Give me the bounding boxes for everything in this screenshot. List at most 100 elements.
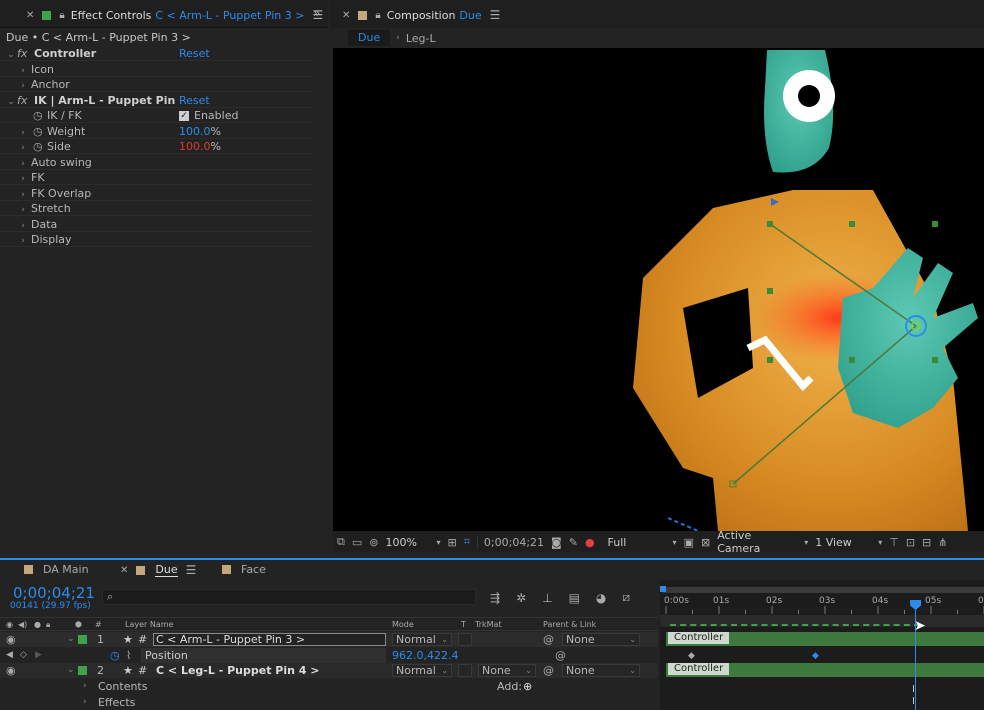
group-fk-overlap[interactable]: › FK Overlap [0, 186, 312, 201]
close-tab-icon[interactable]: ✕ [342, 10, 350, 21]
always-preview-icon[interactable]: ⧉ [337, 535, 345, 549]
rig-handle[interactable] [932, 357, 938, 363]
reset-button[interactable]: Reset [179, 93, 210, 108]
layer-search-input[interactable]: ⌕ [102, 589, 476, 605]
chevron-right-icon[interactable]: › [18, 203, 28, 218]
panel-menu-icon[interactable]: ☰ [490, 8, 501, 22]
pickwhip-icon[interactable]: @ [543, 663, 554, 678]
t-header[interactable]: T [461, 618, 466, 631]
composition-mini-flowchart-icon[interactable]: ⇶ [490, 591, 500, 605]
tab-da-main[interactable]: DA Main [43, 563, 89, 576]
rig-handle[interactable] [767, 221, 773, 227]
hide-shy-layers-icon[interactable]: ⊥ [542, 591, 552, 605]
composition-viewer[interactable] [333, 48, 984, 531]
composition-name[interactable]: Due [459, 9, 481, 22]
rig-handle[interactable] [849, 357, 855, 363]
comp-flowchart-icon[interactable]: ⋔ [938, 536, 947, 549]
property-icon[interactable]: › Icon [0, 62, 312, 77]
transparency-grid-icon[interactable]: ▣ [684, 536, 694, 549]
chevron-down-icon[interactable]: ⌄ [6, 48, 16, 63]
group-stretch[interactable]: › Stretch [0, 201, 312, 216]
pickwhip-icon[interactable]: @ [543, 632, 554, 647]
next-keyframe-icon[interactable]: ▶ [35, 648, 42, 663]
chevron-right-icon[interactable]: › [18, 172, 28, 187]
rig-handle[interactable] [767, 288, 773, 294]
layer-row-1[interactable]: ◉ ⌄ 1 ★ # C < Arm-L - Puppet Pin 3 > Nor… [0, 632, 658, 647]
stopwatch-icon[interactable]: ◷ [110, 648, 120, 663]
stopwatch-icon[interactable]: ◷ [33, 108, 43, 123]
lock-icon[interactable]: 🔒︎ [375, 10, 380, 21]
video-toggle-icon[interactable]: ◉ [6, 618, 13, 631]
current-time[interactable]: 0;00;04;21 [476, 535, 544, 549]
channel-icon[interactable]: ● [585, 536, 595, 549]
safe-margins-icon[interactable]: ⊞ [448, 536, 457, 549]
chevron-right-icon[interactable]: › [18, 141, 28, 156]
weight-value[interactable]: 100.0 [179, 125, 211, 138]
keyframe-diamond[interactable]: ◆ [688, 651, 695, 661]
chevron-right-icon[interactable]: › [83, 695, 87, 710]
motion-blur-icon[interactable]: ◕ [596, 591, 606, 605]
property-anchor[interactable]: › Anchor [0, 77, 312, 92]
expand-panels-icon[interactable]: » [313, 6, 320, 20]
parent-dropdown[interactable]: None ⌄ [562, 633, 640, 646]
keyframe-diamond[interactable]: ◆ [812, 651, 819, 661]
stopwatch-icon[interactable]: ◷ [33, 139, 43, 154]
fast-previews-icon[interactable]: ⊠ [701, 536, 710, 549]
add-keyframe-icon[interactable]: ◇ [20, 648, 27, 663]
timeline-timecode[interactable]: 0;00;04;21 [13, 584, 95, 602]
add-icon[interactable]: ⊕ [523, 679, 532, 694]
layer-label-color[interactable] [78, 666, 87, 675]
audio-toggle-icon[interactable]: ◀) [18, 618, 27, 631]
preserve-transparency-toggle[interactable] [458, 633, 472, 646]
rig-handle[interactable] [849, 221, 855, 227]
monitor-icon[interactable]: ▭ [352, 536, 362, 549]
comp-nav-leg-l[interactable]: Leg-L [406, 32, 436, 45]
layer-bar-1[interactable]: Controller [666, 632, 984, 646]
label-icon[interactable]: ⬢ [75, 618, 82, 631]
layer-name-header[interactable]: Layer Name [125, 618, 173, 631]
chevron-down-icon[interactable]: ⌄ [67, 663, 75, 678]
effect-ik[interactable]: ⌄ fx IK | Arm-L - Puppet Pin Reset [0, 93, 312, 108]
region-of-interest-icon[interactable]: ⌗ [464, 535, 470, 549]
layer-name[interactable]: C < Leg-L - Puppet Pin 4 > [156, 663, 319, 678]
chevron-right-icon[interactable]: › [18, 234, 28, 249]
camera-dropdown[interactable]: Active Camera [717, 529, 797, 555]
composition-title[interactable]: Composition [387, 9, 456, 22]
views-dropdown[interactable]: 1 View [815, 536, 871, 549]
rig-handle[interactable] [932, 221, 938, 227]
solo-icon[interactable]: ● [34, 618, 41, 631]
flowchart-icon[interactable]: ⊟ [922, 536, 931, 549]
group-auto-swing[interactable]: › Auto swing [0, 155, 312, 170]
contents-row[interactable]: › Contents Add: ⊕ [0, 679, 658, 694]
resolution-dropdown[interactable]: Full [608, 536, 666, 549]
reset-exposure-icon[interactable]: ⊤ [889, 536, 899, 549]
frame-blending-icon[interactable]: ▤ [569, 591, 580, 605]
snapshot-icon[interactable]: ◙ [551, 536, 562, 549]
toggle-pixel-icon[interactable]: ⊡ [906, 536, 915, 549]
effect-controls-title[interactable]: Effect Controls [71, 9, 152, 22]
parent-dropdown[interactable]: None ⌄ [562, 664, 640, 677]
position-value[interactable]: 962.0,422.4 [392, 648, 458, 663]
effects-row[interactable]: › Effects [0, 695, 658, 710]
effect-controls-layer[interactable]: C < Arm-L - Puppet Pin 3 > [155, 9, 304, 22]
close-tab-icon[interactable]: ✕ [26, 10, 34, 21]
fx-icon[interactable]: fx [17, 93, 27, 108]
work-area-start-handle[interactable] [660, 586, 666, 592]
preserve-transparency-toggle[interactable] [458, 664, 472, 677]
fx-icon[interactable]: fx [17, 46, 27, 61]
mode-dropdown[interactable]: Normal ⌄ [392, 664, 452, 677]
effect-controller[interactable]: ⌄ fx Controller Reset [0, 46, 312, 61]
mode-header[interactable]: Mode [392, 618, 414, 631]
timeline-graph[interactable]: 0:00s 01s 02s 03s 04s 05s 06 Controller … [660, 580, 984, 710]
comp-nav-due[interactable]: Due [348, 30, 391, 46]
expression-pickwhip-icon[interactable]: @ [555, 648, 566, 663]
show-snapshot-icon[interactable]: ✎ [569, 536, 578, 549]
draft-3d-icon[interactable]: ✲ [516, 591, 526, 605]
parent-header[interactable]: Parent & Link [543, 618, 596, 631]
layer-bar-2[interactable]: Controller [666, 663, 984, 677]
eye-icon[interactable]: ◉ [6, 632, 16, 647]
tab-face[interactable]: Face [241, 563, 266, 576]
work-area-bar[interactable] [663, 587, 984, 593]
chevron-down-icon[interactable]: ⌄ [67, 632, 75, 647]
layer-row-2[interactable]: ◉ ⌄ 2 ★ # C < Leg-L - Puppet Pin 4 > Nor… [0, 663, 658, 678]
